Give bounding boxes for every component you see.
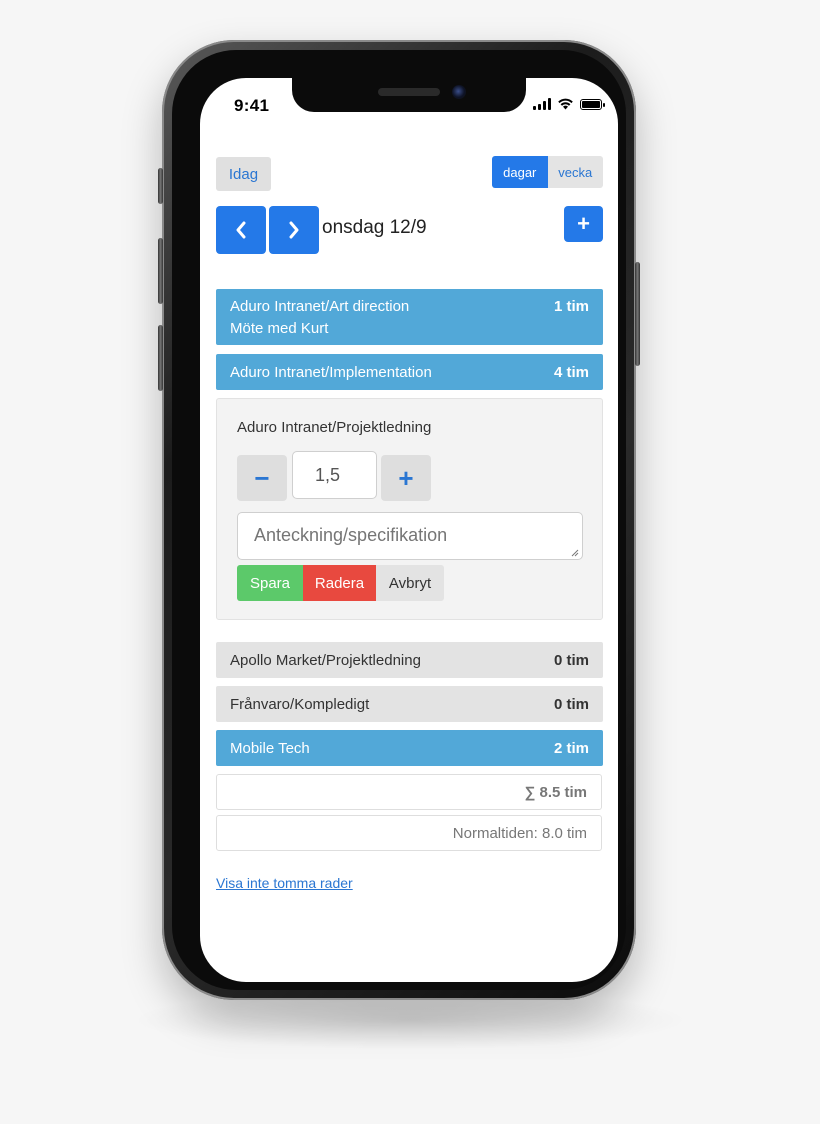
volume-up-button xyxy=(158,238,163,304)
notch xyxy=(292,78,526,112)
signal-icon xyxy=(533,98,551,110)
entry-row[interactable]: Apollo Market/Projektledning 0 tim xyxy=(216,642,603,678)
entry-name: Aduro Intranet/Art direction xyxy=(230,298,410,315)
next-day-button[interactable] xyxy=(269,206,319,254)
entry-row[interactable]: Frånvaro/Kompledigt 0 tim xyxy=(216,686,603,722)
entry-hours: 0 tim xyxy=(553,695,589,713)
entry-name: Apollo Market/Projektledning xyxy=(230,651,421,669)
entry-hours: 1 tim xyxy=(553,298,589,315)
entry-row[interactable]: Mobile Tech 2 tim xyxy=(216,730,603,766)
decrement-button[interactable]: − xyxy=(237,455,287,501)
speaker xyxy=(378,88,440,96)
battery-icon xyxy=(580,98,605,110)
save-button[interactable]: Spara xyxy=(237,565,303,601)
note-input[interactable] xyxy=(237,512,583,560)
entry-name: Frånvaro/Kompledigt xyxy=(230,695,370,713)
volume-down-button xyxy=(158,325,163,391)
editor-title: Aduro Intranet/Projektledning xyxy=(237,419,432,436)
entry-hours: 4 tim xyxy=(553,363,589,381)
status-icons xyxy=(533,98,605,110)
previous-day-button[interactable] xyxy=(216,206,266,254)
chevron-left-icon xyxy=(236,221,246,239)
view-week-button[interactable]: vecka xyxy=(547,156,603,188)
entry-note: Möte med Kurt xyxy=(230,320,329,337)
today-button[interactable]: Idag xyxy=(216,157,271,191)
entry-row[interactable]: Aduro Intranet/Art direction 1 tim Möte … xyxy=(216,289,603,345)
phone-screen: 9:41 Idag dagar vecka onsdag 12/9 + Adur… xyxy=(200,78,618,982)
chevron-right-icon xyxy=(289,221,299,239)
entry-name: Aduro Intranet/Implementation xyxy=(230,363,432,381)
cancel-button[interactable]: Avbryt xyxy=(376,565,444,601)
status-time: 9:41 xyxy=(234,96,270,115)
total-hours: ∑ 8.5 tim xyxy=(216,774,602,810)
entry-editor: Aduro Intranet/Projektledning − + Spara … xyxy=(216,398,603,620)
front-camera xyxy=(452,85,466,99)
delete-button[interactable]: Radera xyxy=(303,565,376,601)
hide-empty-rows-link[interactable]: Visa inte tomma rader xyxy=(216,875,353,891)
entry-hours: 2 tim xyxy=(553,739,589,757)
phone-bezel: 9:41 Idag dagar vecka onsdag 12/9 + Adur… xyxy=(172,50,626,990)
view-toggle: dagar vecka xyxy=(492,156,603,188)
phone-frame: 9:41 Idag dagar vecka onsdag 12/9 + Adur… xyxy=(158,40,640,1000)
entry-name: Mobile Tech xyxy=(230,739,310,757)
resize-grip-icon[interactable] xyxy=(569,547,579,557)
view-days-button[interactable]: dagar xyxy=(492,156,548,188)
entry-hours: 0 tim xyxy=(553,651,589,669)
entry-row[interactable]: Aduro Intranet/Implementation 4 tim xyxy=(216,354,603,390)
add-entry-button[interactable]: + xyxy=(564,206,603,242)
normal-hours: Normaltiden: 8.0 tim xyxy=(216,815,602,851)
mute-switch xyxy=(158,168,163,204)
power-button xyxy=(635,262,640,366)
battery-level xyxy=(582,100,600,108)
quantity-input[interactable] xyxy=(292,451,377,499)
wifi-icon xyxy=(558,98,573,110)
increment-button[interactable]: + xyxy=(381,455,431,501)
current-date: onsdag 12/9 xyxy=(322,217,427,238)
